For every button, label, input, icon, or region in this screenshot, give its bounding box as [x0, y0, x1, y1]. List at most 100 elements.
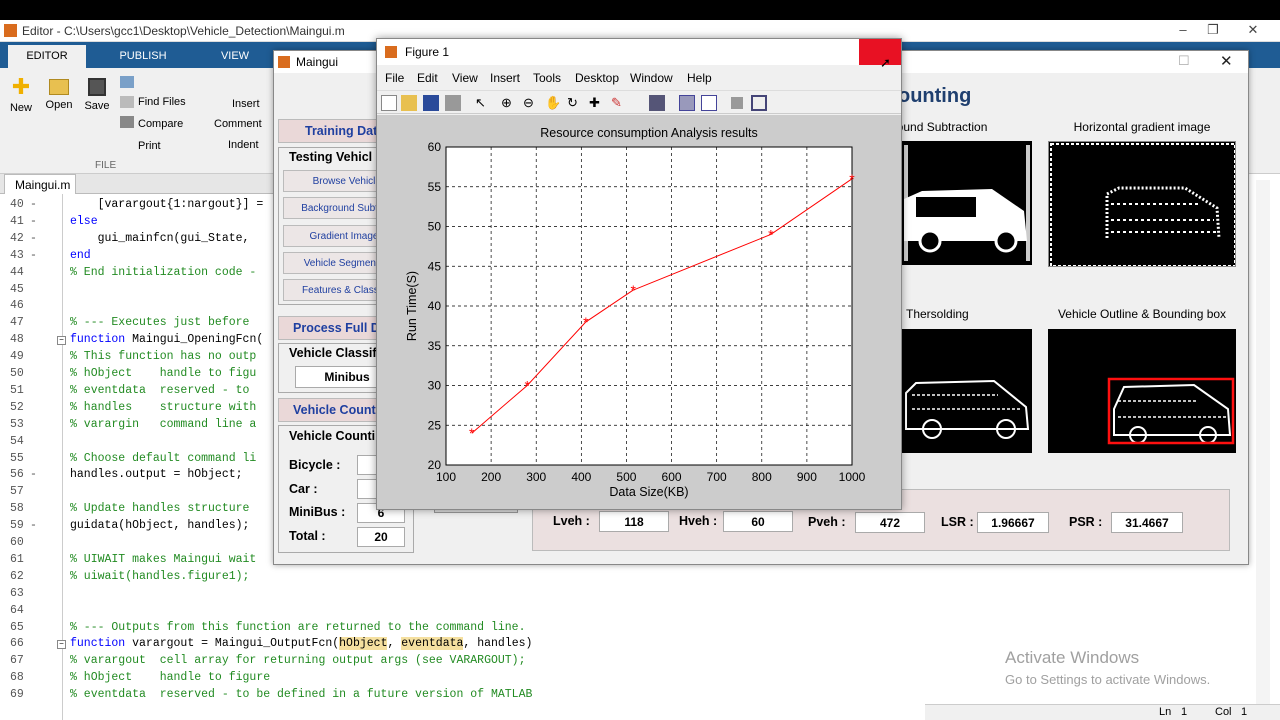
menu-view[interactable]: View	[452, 71, 478, 85]
menu-window[interactable]: Window	[630, 71, 673, 85]
status-col-value: 1	[1241, 706, 1248, 718]
line-number: 62	[10, 569, 24, 583]
breakpoint-marker[interactable]: -	[30, 519, 37, 532]
line-number: 46	[10, 299, 24, 313]
new-figure-icon[interactable]	[381, 95, 397, 111]
van-silhouette-icon	[904, 145, 1030, 261]
status-col-label: Col	[1215, 706, 1232, 718]
breakpoint-marker[interactable]: -	[30, 232, 37, 245]
colorbar-icon[interactable]	[679, 95, 695, 111]
new-button[interactable]: ✚ New	[6, 76, 36, 115]
brush-icon[interactable]: ✎	[611, 95, 627, 111]
find-files-button[interactable]: Find Files	[138, 96, 186, 108]
save-figure-icon[interactable]	[423, 95, 439, 111]
breakpoint-marker[interactable]: -	[30, 198, 37, 211]
x-tick-label: 200	[481, 470, 501, 484]
x-tick-label: 500	[616, 470, 636, 484]
line-number: 67	[10, 654, 24, 668]
figure-title: Figure 1	[405, 45, 450, 59]
y-tick-label: 25	[428, 418, 442, 432]
print-figure-icon[interactable]	[445, 95, 461, 111]
x-tick-label: 700	[707, 470, 727, 484]
zoom-in-icon[interactable]: ⊕	[501, 95, 517, 111]
code-line: function Maingui_OpeningFcn(	[70, 333, 264, 347]
code-line: % eventdata reserved - to	[70, 383, 257, 397]
bicycle-label: Bicycle :	[289, 458, 341, 472]
menu-file[interactable]: File	[385, 71, 404, 85]
code-line: % handles structure with	[70, 400, 257, 414]
insert-button[interactable]: Insert	[232, 98, 260, 110]
indent-button[interactable]: Indent	[228, 139, 259, 151]
fold-toggle-icon[interactable]: −	[57, 640, 66, 650]
vertical-scrollbar[interactable]	[1256, 180, 1270, 704]
figure-title-bar: Figure 1 ➚	[377, 39, 901, 70]
menu-insert[interactable]: Insert	[490, 71, 520, 85]
tab-publish[interactable]: PUBLISH	[96, 45, 190, 68]
x-tick-label: 100	[436, 470, 456, 484]
menu-help[interactable]: Help	[687, 71, 712, 85]
data-cursor-icon[interactable]: ✚	[589, 95, 605, 111]
maximize-icon[interactable]: ☐	[1178, 53, 1190, 69]
menu-edit[interactable]: Edit	[417, 71, 438, 85]
save-button[interactable]: Save	[82, 76, 112, 112]
breakpoint-marker[interactable]: -	[30, 249, 37, 262]
minimize-icon[interactable]: –	[1168, 22, 1198, 40]
show-tools-icon[interactable]	[751, 95, 767, 111]
comment-button[interactable]: Comment	[214, 118, 262, 130]
line-number: 63	[10, 586, 24, 600]
legend-icon[interactable]	[701, 95, 717, 111]
code-line: % hObject handle to figure	[70, 671, 271, 685]
line-number: 66	[10, 637, 24, 651]
total-count-field: 20	[357, 527, 405, 547]
line-number: 65	[10, 620, 24, 634]
outline-bounding-image	[1048, 329, 1236, 453]
code-line: % UIWAIT makes Maingui wait	[70, 552, 257, 566]
testing-vehicle-title: Testing Vehicl	[289, 150, 373, 164]
rotate-icon[interactable]: ↻	[567, 95, 583, 111]
breakpoint-marker[interactable]: -	[30, 468, 37, 481]
line-number: 58	[10, 502, 24, 516]
lsr-value: 1.96667	[977, 512, 1049, 533]
menu-tools[interactable]: Tools	[533, 71, 561, 85]
file-tab-maingui[interactable]: Maingui.m	[4, 174, 76, 194]
tab-editor[interactable]: EDITOR	[8, 45, 86, 68]
line-number: 50	[10, 367, 24, 380]
van-outline-icon	[905, 379, 1030, 439]
data-point-marker: *	[768, 226, 774, 242]
link-plot-icon[interactable]	[649, 95, 665, 111]
y-tick-label: 55	[428, 180, 442, 194]
breakpoint-marker[interactable]: -	[30, 215, 37, 228]
open-file-icon[interactable]	[401, 95, 417, 111]
line-number: 69	[10, 688, 24, 702]
code-line: end	[70, 248, 91, 262]
figure-window: Figure 1 ➚ File Edit View Insert Tools D…	[376, 38, 902, 510]
chart-title: Resource consumption Analysis results	[540, 126, 757, 140]
close-icon[interactable]: ✕	[1238, 22, 1268, 40]
line-number: 45	[10, 282, 24, 296]
figure-plot-area: 100 200 300 400 500 600 700 800 900 1000 20 25 30 35 4…	[377, 115, 901, 509]
data-point-marker: *	[630, 282, 636, 298]
zoom-out-icon[interactable]: ⊖	[523, 95, 539, 111]
restore-icon[interactable]: ❐	[1198, 22, 1228, 40]
vehicle-classification-title: Vehicle Classif	[289, 346, 377, 360]
open-button[interactable]: Open	[44, 76, 74, 111]
code-line: % eventdata reserved - to be defined in …	[70, 688, 533, 702]
find-files-icon	[120, 76, 134, 88]
activate-windows-title: Activate Windows	[1005, 648, 1140, 667]
tab-view[interactable]: VIEW	[196, 45, 274, 68]
compare-button[interactable]: Compare	[138, 118, 183, 130]
code-line: % --- Outputs from this function are ret…	[70, 620, 526, 634]
matlab-logo-icon	[4, 24, 17, 37]
fold-toggle-icon[interactable]: −	[57, 336, 66, 346]
line-number: 48	[10, 333, 24, 347]
menu-desktop[interactable]: Desktop	[575, 71, 619, 85]
pointer-icon[interactable]: ↖	[475, 95, 491, 111]
print-button[interactable]: Print	[138, 140, 161, 152]
x-tick-label: 900	[797, 470, 817, 484]
close-icon[interactable]: ✕	[1220, 52, 1233, 70]
y-tick-label: 50	[428, 220, 442, 234]
hide-tools-icon[interactable]	[731, 97, 743, 109]
code-line: % varargout cell array for returning out…	[70, 654, 526, 668]
pan-icon[interactable]: ✋	[545, 95, 561, 111]
code-line: function varargout = Maingui_OutputFcn(h…	[70, 637, 533, 651]
